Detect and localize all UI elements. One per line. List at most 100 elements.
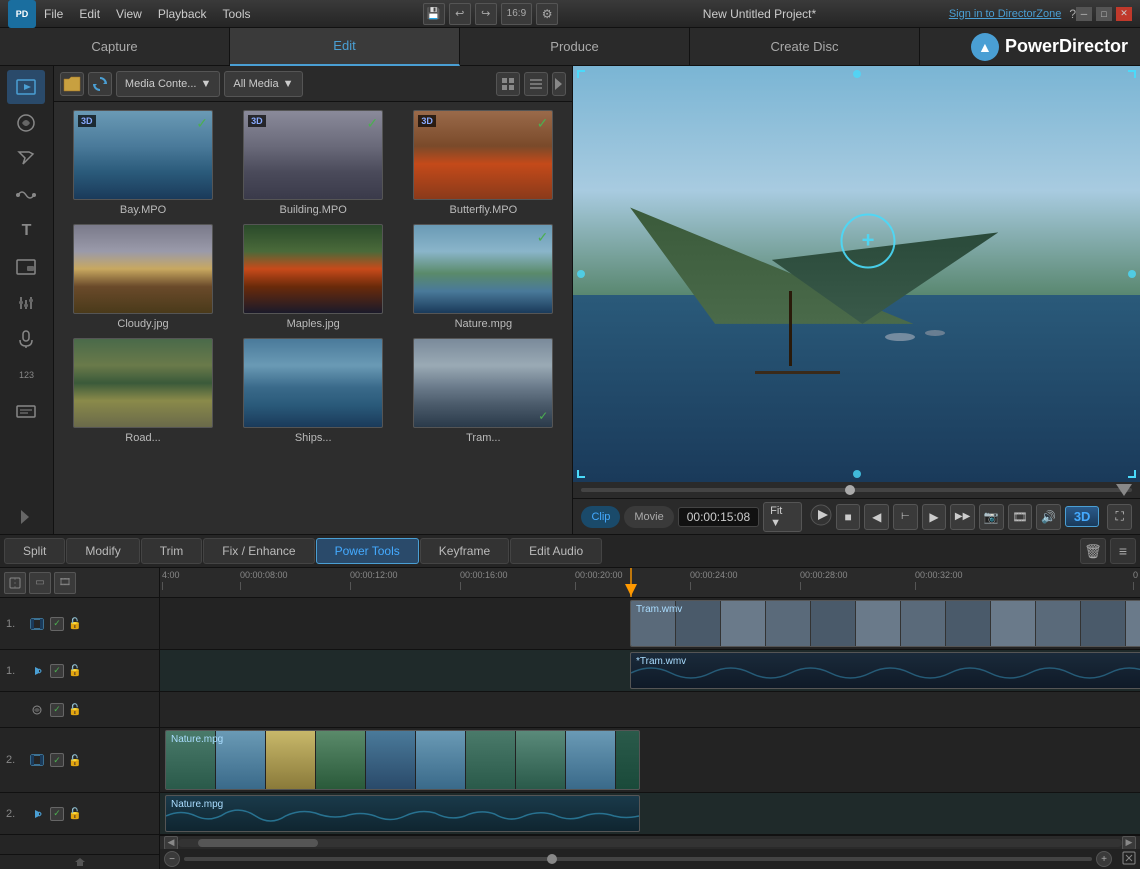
menu-file[interactable]: File [44, 7, 63, 21]
track-check-v2[interactable]: ✓ [50, 753, 64, 767]
folder-button[interactable] [60, 72, 84, 96]
stop-button[interactable]: ■ [836, 504, 861, 530]
media-item-cloudy[interactable]: Cloudy.jpg [62, 224, 224, 330]
list-view-button[interactable] [524, 72, 548, 96]
toolbar-settings[interactable]: ⚙ [536, 3, 558, 25]
media-item-butterfly[interactable]: 3D ✓ Butterfly.MPO [402, 110, 564, 216]
track-lock-fx[interactable]: 🔓 [68, 703, 82, 716]
zoom-thumb[interactable] [547, 854, 557, 864]
content-filter-dropdown[interactable]: Media Conte... ▼ [116, 71, 220, 97]
timeline-hscroll[interactable]: ◀ ▶ [160, 835, 1140, 849]
track-check-a1[interactable]: ✓ [50, 664, 64, 678]
tab-trim[interactable]: Trim [141, 538, 203, 564]
clip-toggle[interactable]: Clip [581, 506, 620, 528]
fullscreen-button[interactable]: ⛶ [1107, 504, 1132, 530]
media-thumb-nature[interactable]: ✓ [413, 224, 553, 314]
movie-toggle[interactable]: Movie [624, 506, 673, 528]
nav-produce[interactable]: Produce [460, 28, 690, 66]
sidebar-item-fix[interactable] [7, 142, 45, 176]
3d-button[interactable]: 3D [1065, 506, 1100, 527]
sign-in-link[interactable]: Sign in to DirectorZone [949, 8, 1062, 20]
media-item-building[interactable]: 3D ✓ Building.MPO [232, 110, 394, 216]
clip-tram-video[interactable]: Tram.wmv [630, 600, 1140, 647]
menu-view[interactable]: View [116, 7, 142, 21]
preview-scrubber[interactable] [573, 482, 1140, 498]
handle-bottom[interactable] [853, 470, 861, 478]
zoom-slider[interactable] [184, 857, 1092, 861]
fast-fwd-button[interactable]: ▶▶ [950, 504, 975, 530]
zoom-fit-button[interactable] [1122, 851, 1136, 868]
media-thumb-building[interactable]: 3D ✓ [243, 110, 383, 200]
minimize-button[interactable]: ─ [1076, 7, 1092, 21]
media-item-maples[interactable]: Maples.jpg [232, 224, 394, 330]
handle-right[interactable] [1128, 270, 1136, 278]
track-lock-v2[interactable]: 🔓 [68, 754, 82, 767]
next-frame-button[interactable]: ▶ [922, 504, 947, 530]
toolbar-ratio[interactable]: 16:9 [501, 3, 532, 25]
timeline-tool-select[interactable] [4, 572, 26, 594]
media-item-ships[interactable]: Ships... [232, 338, 394, 444]
zoom-in-button[interactable]: + [1096, 851, 1112, 867]
sidebar-item-chapters[interactable]: 123 [7, 358, 45, 392]
media-thumb-butterfly[interactable]: 3D ✓ [413, 110, 553, 200]
menu-tools[interactable]: Tools [223, 7, 251, 21]
sidebar-item-voice[interactable] [7, 322, 45, 356]
menu-playback[interactable]: Playback [158, 7, 207, 21]
sidebar-item-effects[interactable] [7, 106, 45, 140]
refresh-button[interactable] [88, 72, 112, 96]
hscroll-thumb[interactable] [198, 839, 318, 847]
menu-edit[interactable]: Edit [79, 7, 100, 21]
track-check-v1[interactable]: ✓ [50, 617, 64, 631]
track-check-fx[interactable]: ✓ [50, 703, 64, 717]
sidebar-item-media[interactable] [7, 70, 45, 104]
snap-button[interactable]: ⊢ [893, 504, 918, 530]
track-lock-v1[interactable]: 🔓 [68, 617, 82, 630]
media-thumb-bay[interactable]: 3D ✓ [73, 110, 213, 200]
sidebar-item-audio-mix[interactable] [7, 286, 45, 320]
clip-tram-audio[interactable]: *Tram.wmv [630, 652, 1140, 689]
fit-dropdown[interactable]: Fit ▼ [763, 502, 802, 532]
timeline-ruler[interactable]: 4:00 00:00:08:00 00:00:12:00 00:00:16:00… [160, 568, 1140, 598]
help-icon[interactable]: ? [1069, 7, 1076, 21]
toolbar-undo[interactable]: ↩ [449, 3, 471, 25]
media-item-bay[interactable]: 3D ✓ Bay.MPO [62, 110, 224, 216]
toggle-video-button[interactable]: 🎞 [1008, 504, 1033, 530]
timeline-tool-film[interactable]: 🎞 [54, 572, 76, 594]
media-item-road[interactable]: Road... [62, 338, 224, 444]
media-thumb-road[interactable] [73, 338, 213, 428]
sidebar-item-pip[interactable] [7, 250, 45, 284]
track-lock-a2[interactable]: 🔓 [68, 807, 82, 820]
media-thumb-tram[interactable]: ✓ [413, 338, 553, 428]
media-thumb-maples[interactable] [243, 224, 383, 314]
play-button[interactable] [810, 504, 832, 529]
collapse-panel-button[interactable] [552, 72, 566, 96]
handle-left[interactable] [577, 270, 585, 278]
tab-edit-audio[interactable]: Edit Audio [510, 538, 602, 564]
grid-view-button[interactable] [496, 72, 520, 96]
tab-modify[interactable]: Modify [66, 538, 139, 564]
media-thumb-cloudy[interactable] [73, 224, 213, 314]
media-item-tram[interactable]: ✓ Tram... [402, 338, 564, 444]
hscroll-track[interactable] [178, 839, 1122, 847]
scrubber-track[interactable] [581, 488, 1132, 492]
tab-keyframe[interactable]: Keyframe [420, 538, 509, 564]
track-lock-a1[interactable]: 🔓 [68, 664, 82, 677]
prev-frame-button[interactable]: ◀ [864, 504, 889, 530]
sidebar-item-transitions[interactable] [7, 178, 45, 212]
nav-capture[interactable]: Capture [0, 28, 230, 66]
track-check-a2[interactable]: ✓ [50, 807, 64, 821]
clip-nature-video[interactable]: Nature.mpg [165, 730, 640, 790]
scroll-right-button[interactable]: ▶ [1122, 836, 1136, 850]
scroll-left-button[interactable]: ◀ [164, 836, 178, 850]
tab-power-tools[interactable]: Power Tools [316, 538, 419, 564]
media-thumb-ships[interactable] [243, 338, 383, 428]
clip-nature-audio[interactable]: Nature.mpg [165, 795, 640, 832]
timeline-tool-ripple[interactable]: ▭ [29, 572, 51, 594]
tab-fix-enhance[interactable]: Fix / Enhance [203, 538, 314, 564]
toolbar-save[interactable]: 💾 [423, 3, 445, 25]
maximize-button[interactable]: □ [1096, 7, 1112, 21]
sidebar-item-subtitles[interactable] [7, 394, 45, 428]
preview-end-handle[interactable] [1116, 484, 1132, 496]
scrubber-thumb[interactable] [845, 485, 855, 495]
delete-clip-button[interactable]: 🗑 [1080, 538, 1106, 564]
